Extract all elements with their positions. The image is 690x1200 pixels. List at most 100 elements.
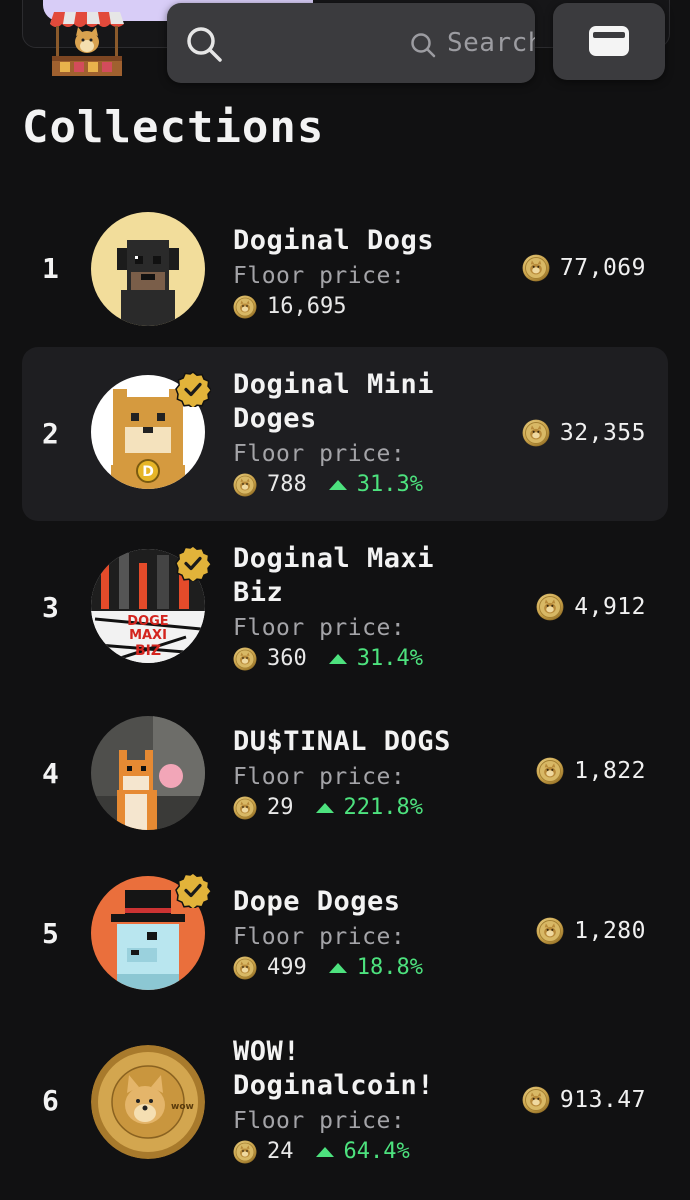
dogecoin-icon — [536, 917, 564, 945]
collection-name: DU$TINAL DOGS — [233, 726, 451, 757]
collection-row[interactable]: 2 D Doginal Mini Doges Floor price: 788 … — [22, 347, 668, 521]
floor-price-label: Floor price: — [233, 1108, 406, 1134]
price-change-value: 221.8% — [343, 795, 423, 820]
dogecoin-icon — [233, 796, 257, 820]
collection-info: Doginal Mini Doges Floor price: 788 31.3… — [233, 368, 493, 500]
page-title: Collections — [22, 102, 325, 153]
collection-image: wow — [91, 1045, 205, 1159]
volume-value: 77,069 — [559, 255, 646, 281]
verified-badge-icon — [175, 371, 211, 407]
avatar: D — [91, 375, 205, 489]
wallet-button[interactable] — [553, 3, 665, 80]
search-icon — [187, 27, 222, 62]
floor-price-label: Floor price: — [233, 764, 406, 790]
floor-price: 29 221.8% — [233, 793, 493, 823]
up-arrow-icon — [315, 1147, 334, 1157]
volume: 913.47 — [522, 1086, 646, 1114]
floor-price-value: 499 — [267, 955, 307, 980]
verified-badge-icon — [175, 545, 211, 581]
rank-number: 1 — [42, 252, 59, 285]
rank-number: 5 — [42, 917, 59, 950]
search-input[interactable]: Search for tok — [447, 28, 535, 58]
price-change-value: 18.8% — [356, 955, 423, 980]
floor-price-value: 24 — [267, 1139, 294, 1164]
rank-number: 3 — [42, 591, 59, 624]
volume-value: 32,355 — [559, 420, 646, 446]
dogecoin-icon — [233, 647, 257, 671]
floor-price: 16,695 — [233, 292, 493, 322]
collection-name: Doginal Dogs — [233, 225, 435, 256]
avatar: DOGE MAXI BIZ — [91, 549, 205, 663]
svg-text:BIZ: BIZ — [135, 643, 161, 659]
doge-shop-logo[interactable] — [48, 4, 126, 80]
verified-badge-icon — [175, 872, 211, 908]
dogecoin-icon — [536, 593, 564, 621]
collection-row[interactable]: 5 Dope Doges Floor price: 499 18.8% 1,28… — [22, 859, 668, 1009]
up-arrow-icon — [328, 963, 347, 973]
collection-name: WOW! — [233, 1036, 301, 1067]
collection-info: Doginal Dogs Floor price: 16,695 — [233, 224, 493, 322]
collection-info: WOW! Doginalcoin! Floor price: 24 64.4% — [233, 1035, 493, 1167]
floor-price-label: Floor price: — [233, 615, 406, 641]
avatar — [91, 716, 205, 830]
rank-number: 4 — [42, 757, 59, 790]
rank-number: 2 — [42, 417, 59, 450]
avatar: wow — [91, 1045, 205, 1159]
dogecoin-icon — [233, 1140, 257, 1164]
collection-name: Dope Doges — [233, 886, 401, 917]
dogecoin-icon — [233, 956, 257, 980]
volume: 1,822 — [536, 757, 646, 785]
price-change: 31.4% — [328, 644, 423, 674]
floor-price-value: 360 — [267, 646, 307, 671]
svg-text:MAXI: MAXI — [129, 628, 167, 643]
floor-price-label: Floor price: — [233, 263, 406, 289]
up-arrow-icon — [315, 803, 334, 813]
collection-row[interactable]: 4 DU$TINAL DOGS Floor price: 29 221.8% 1… — [22, 699, 668, 849]
up-arrow-icon — [328, 654, 347, 664]
svg-text:DOGE: DOGE — [127, 614, 168, 629]
collection-name: Doginalcoin! — [233, 1070, 435, 1101]
collection-name: Doges — [233, 403, 317, 434]
volume: 77,069 — [522, 254, 646, 282]
floor-price: 499 18.8% — [233, 953, 493, 983]
price-change: 64.4% — [315, 1137, 410, 1167]
collection-row[interactable]: 6 wow WOW! Doginalcoin! Floor price: 24 … — [22, 1018, 668, 1192]
collection-info: Dope Doges Floor price: 499 18.8% — [233, 885, 493, 983]
volume: 4,912 — [536, 593, 646, 621]
search-icon — [411, 33, 436, 58]
floor-price-value: 16,695 — [267, 294, 347, 319]
volume: 32,355 — [522, 419, 646, 447]
collection-image — [91, 212, 205, 326]
floor-price-value: 788 — [267, 472, 307, 497]
up-arrow-icon — [328, 480, 347, 490]
volume-value: 913.47 — [559, 1087, 646, 1113]
price-change: 221.8% — [315, 793, 423, 823]
dogecoin-icon — [233, 473, 257, 497]
floor-price: 24 64.4% — [233, 1137, 493, 1167]
svg-text:D: D — [142, 464, 154, 480]
svg-text:wow: wow — [171, 1102, 194, 1112]
collection-name: Doginal Maxi — [233, 543, 435, 574]
wallet-icon — [589, 26, 629, 56]
floor-price-value: 29 — [267, 795, 294, 820]
collection-row[interactable]: 3 DOGE MAXI BIZ Doginal Maxi Biz Floor p… — [22, 521, 668, 695]
floor-price-label: Floor price: — [233, 441, 406, 467]
price-change-value: 31.4% — [356, 646, 423, 671]
dogecoin-icon — [522, 254, 550, 282]
collection-name: Biz — [233, 577, 284, 608]
volume-value: 1,280 — [574, 918, 646, 944]
avatar — [91, 876, 205, 990]
collection-row[interactable]: 1 Doginal Dogs Floor price: 16,695 77,06… — [22, 194, 668, 344]
collection-info: Doginal Maxi Biz Floor price: 360 31.4% — [233, 542, 493, 674]
dogecoin-icon — [522, 1086, 550, 1114]
price-change: 18.8% — [328, 953, 423, 983]
price-change-value: 64.4% — [343, 1139, 410, 1164]
volume: 1,280 — [536, 917, 646, 945]
collection-info: DU$TINAL DOGS Floor price: 29 221.8% — [233, 725, 493, 823]
price-change-value: 31.3% — [356, 472, 423, 497]
dogecoin-icon — [522, 419, 550, 447]
floor-price-label: Floor price: — [233, 924, 406, 950]
dogecoin-icon — [536, 757, 564, 785]
search-bar[interactable]: Search for tok — [167, 3, 535, 83]
avatar — [91, 212, 205, 326]
